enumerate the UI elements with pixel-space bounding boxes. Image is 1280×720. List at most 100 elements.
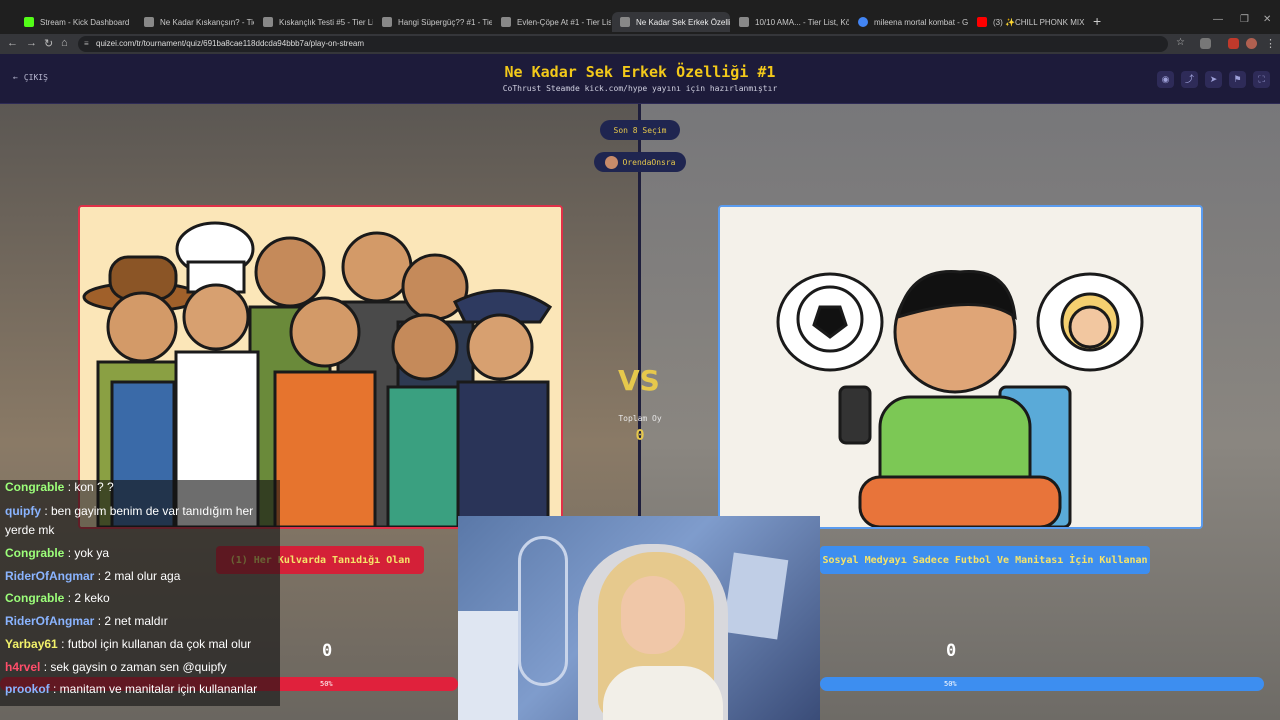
tab-label: Hangi Süpergüç?? #1 - Tier List — [398, 17, 492, 27]
browser-tab[interactable]: 10/10 AMA... - Tier List, Kör Sır✕ — [731, 12, 849, 32]
fullscreen-icon[interactable]: ⛶ — [1253, 71, 1270, 88]
chat-username: Congrable — [5, 591, 65, 605]
right-option-card[interactable] — [718, 205, 1203, 529]
browser-tab[interactable]: Hangi Süpergüç?? #1 - Tier List✕ — [374, 12, 492, 32]
flag-icon[interactable]: ⚑ — [1229, 71, 1246, 88]
chat-text: : 2 keko — [67, 591, 110, 605]
site-icon — [144, 17, 154, 27]
round-label: Son 8 Seçim — [613, 125, 667, 135]
url-text: quizei.com/tr/tournament/quiz/691ba8cae1… — [96, 39, 365, 48]
back-icon[interactable]: ← — [7, 37, 18, 49]
close-window-icon[interactable]: ✕ — [1263, 14, 1271, 25]
forward-icon[interactable]: → — [26, 37, 37, 49]
stream-chat-overlay: Congrable : kon ? ? quipfy : ben gayim b… — [0, 480, 280, 706]
right-percent-label: 50% — [944, 680, 957, 688]
reload-icon[interactable]: ↻ — [44, 37, 53, 50]
chat-text: : 2 net maldır — [97, 614, 168, 628]
tab-label: Kıskançlık Testi #5 - Tier List | K — [279, 17, 373, 27]
extension-icon[interactable] — [1228, 38, 1239, 49]
chat-message: Congrable : yok ya — [5, 544, 277, 563]
chat-username: prookof — [5, 682, 50, 696]
tab-label: 10/10 AMA... - Tier List, Kör Sır — [755, 17, 849, 27]
site-info-icon[interactable]: ≡ — [84, 36, 89, 52]
chat-username: h4rvel — [5, 660, 41, 674]
phone-user-illustration — [720, 207, 1201, 527]
chat-username: Congrable — [5, 480, 65, 494]
site-icon — [501, 17, 511, 27]
webcam-background-mirror — [518, 536, 568, 686]
browser-toolbar: ← → ↻ ⌂ ≡ quizei.com/tr/tournament/quiz/… — [0, 34, 1280, 54]
quiz-header: ← ÇIKIŞ Ne Kadar Sek Erkek Özelliği #1 Co… — [0, 54, 1280, 104]
left-vote-count: 0 — [322, 641, 333, 661]
browser-tab[interactable]: Evlen-Çöpe At #1 - Tier List | Ka✕ — [493, 12, 611, 32]
chat-username: RiderOfAngmar — [5, 614, 95, 628]
chat-message: Congrable : 2 keko — [5, 589, 277, 608]
tab-label: Ne Kadar Kıskançsın? - Tier List — [160, 17, 254, 27]
tab-label: Stream - Kick Dashboard — [40, 17, 130, 27]
chat-username: Yarbay61 — [5, 637, 58, 651]
maximize-icon[interactable]: ❐ — [1240, 14, 1249, 25]
extension-icon[interactable] — [1200, 38, 1211, 49]
chat-username: quipfy — [5, 504, 41, 518]
webcam-streamer-face — [621, 576, 685, 654]
bookmark-star-icon[interactable]: ☆ — [1176, 37, 1185, 48]
browser-tab[interactable]: (3) ✨CHILL PHONK MIX✕ — [969, 12, 1087, 32]
workers-illustration — [80, 207, 561, 527]
browser-tab-active[interactable]: Ne Kadar Sek Erkek Özelliği #1✕ — [612, 12, 730, 32]
chat-text: : kon ? ? — [67, 480, 114, 494]
site-icon — [739, 17, 749, 27]
chat-message: RiderOfAngmar : 2 net maldır — [5, 612, 277, 631]
right-option-button[interactable]: Sosyal Medyayı Sadece Futbol Ve Manitası… — [820, 546, 1150, 574]
browser-tab[interactable]: Stream - Kick Dashboard✕ — [16, 12, 134, 32]
chat-text: : sek gaysin o zaman sen @quipfy — [43, 660, 227, 674]
send-icon[interactable]: ➤ — [1205, 71, 1222, 88]
new-tab-button[interactable]: + — [1093, 13, 1101, 29]
profile-avatar[interactable] — [1246, 38, 1257, 49]
user-badge: OrendaOnsra — [594, 152, 686, 172]
browser-tab[interactable]: mileena mortal kombat - Googl✕ — [850, 12, 968, 32]
tab-label: (3) ✨CHILL PHONK MIX — [993, 17, 1085, 27]
browser-tab[interactable]: Kıskançlık Testi #5 - Tier List | K✕ — [255, 12, 373, 32]
chat-message: prookof : manitam ve manitalar için kull… — [5, 680, 277, 699]
webcam-streamer-body — [603, 666, 723, 720]
chat-text: : 2 mal olur aga — [97, 569, 181, 583]
round-badge: Son 8 Seçim — [600, 120, 680, 140]
chat-text: : yok ya — [67, 546, 110, 560]
tab-label: mileena mortal kombat - Googl — [874, 17, 968, 27]
browser-tab-bar: Stream - Kick Dashboard✕ Ne Kadar Kıskan… — [0, 0, 1280, 34]
url-field[interactable]: ≡ quizei.com/tr/tournament/quiz/691ba8ca… — [78, 36, 1168, 52]
home-icon[interactable]: ⌂ — [61, 37, 68, 49]
left-percent-label: 50% — [320, 680, 333, 688]
minimize-icon[interactable]: — — [1213, 14, 1223, 25]
share-icon[interactable]: ⤴ — [1181, 71, 1198, 88]
webcam-background-shelf — [458, 611, 518, 720]
page-title: Ne Kadar Sek Erkek Özelliği #1 — [504, 63, 776, 81]
tab-label: Ne Kadar Sek Erkek Özelliği #1 — [636, 17, 730, 27]
avatar — [604, 155, 618, 169]
chat-message: RiderOfAngmar : 2 mal olur aga — [5, 567, 277, 586]
chat-text: : ben gayim benim de var tanıdığım her y… — [5, 504, 254, 537]
page-subtitle: CoThrust Steamde kick.com/hype yayını iç… — [502, 84, 778, 93]
right-vote-bar: 50% — [820, 677, 1264, 691]
chat-message: quipfy : ben gayim benim de var tanıdığı… — [5, 502, 277, 540]
chat-username: RiderOfAngmar — [5, 569, 95, 583]
site-icon — [263, 17, 273, 27]
menu-icon[interactable]: ⋮ — [1265, 37, 1276, 50]
username: OrendaOnsra — [622, 157, 676, 167]
browser-tab[interactable]: Ne Kadar Kıskançsın? - Tier List✕ — [136, 12, 254, 32]
total-votes-label: Toplam Oy — [618, 414, 662, 423]
total-votes-value: 0 — [635, 426, 645, 444]
site-icon — [620, 17, 630, 27]
webcam-background-canvas — [722, 552, 789, 640]
chat-text: : futbol için kullanan da çok mal olur — [61, 637, 252, 651]
chat-text: : manitam ve manitalar için kullananlar — [53, 682, 258, 696]
site-icon — [382, 17, 392, 27]
youtube-icon — [977, 17, 987, 27]
webcam-overlay — [458, 516, 820, 720]
chat-message: h4rvel : sek gaysin o zaman sen @quipfy — [5, 658, 277, 677]
tab-label: Evlen-Çöpe At #1 - Tier List | Ka — [517, 17, 611, 27]
chat-message: Congrable : kon ? ? — [5, 480, 277, 497]
kick-icon — [24, 17, 34, 27]
right-vote-count: 0 — [946, 641, 957, 661]
eye-icon[interactable]: ◉ — [1157, 71, 1174, 88]
